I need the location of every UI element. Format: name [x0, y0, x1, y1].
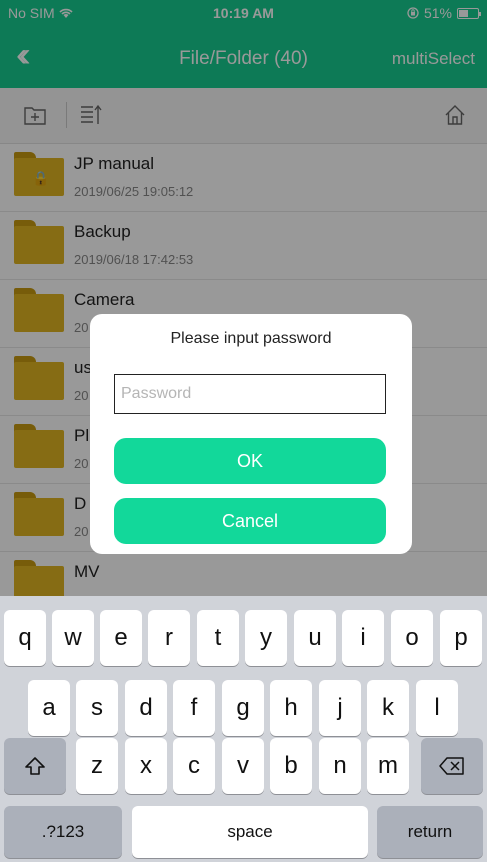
key-c[interactable]: c — [173, 738, 215, 794]
key-h[interactable]: h — [270, 680, 312, 736]
key-e[interactable]: e — [100, 610, 142, 666]
dialog-title: Please input password — [170, 330, 332, 347]
key-g[interactable]: g — [222, 680, 264, 736]
key-k[interactable]: k — [367, 680, 409, 736]
key-i[interactable]: i — [342, 610, 384, 666]
key-z[interactable]: z — [76, 738, 118, 794]
keyboard: q w e r t y u i o p a s d f g h j k l z … — [0, 596, 487, 862]
space-key[interactable]: space — [132, 806, 368, 858]
key-y[interactable]: y — [245, 610, 287, 666]
key-m[interactable]: m — [367, 738, 409, 794]
key-v[interactable]: v — [222, 738, 264, 794]
key-b[interactable]: b — [270, 738, 312, 794]
backspace-key[interactable] — [421, 738, 483, 794]
return-key[interactable]: return — [377, 806, 483, 858]
key-j[interactable]: j — [319, 680, 361, 736]
backspace-icon — [439, 757, 464, 775]
shift-icon — [25, 757, 45, 775]
key-u[interactable]: u — [294, 610, 336, 666]
key-n[interactable]: n — [319, 738, 361, 794]
key-t[interactable]: t — [197, 610, 239, 666]
ok-button[interactable]: OK — [114, 438, 386, 484]
cancel-button[interactable]: Cancel — [114, 498, 386, 544]
key-s[interactable]: s — [76, 680, 118, 736]
password-dialog: Please input password OK Cancel — [90, 314, 412, 554]
key-x[interactable]: x — [125, 738, 167, 794]
key-a[interactable]: a — [28, 680, 70, 736]
key-w[interactable]: w — [52, 610, 94, 666]
key-d[interactable]: d — [125, 680, 167, 736]
password-input[interactable] — [114, 374, 386, 414]
key-r[interactable]: r — [148, 610, 190, 666]
key-f[interactable]: f — [173, 680, 215, 736]
key-q[interactable]: q — [4, 610, 46, 666]
key-l[interactable]: l — [416, 680, 458, 736]
shift-key[interactable] — [4, 738, 66, 794]
key-p[interactable]: p — [440, 610, 482, 666]
numbers-key[interactable]: .?123 — [4, 806, 122, 858]
key-o[interactable]: o — [391, 610, 433, 666]
